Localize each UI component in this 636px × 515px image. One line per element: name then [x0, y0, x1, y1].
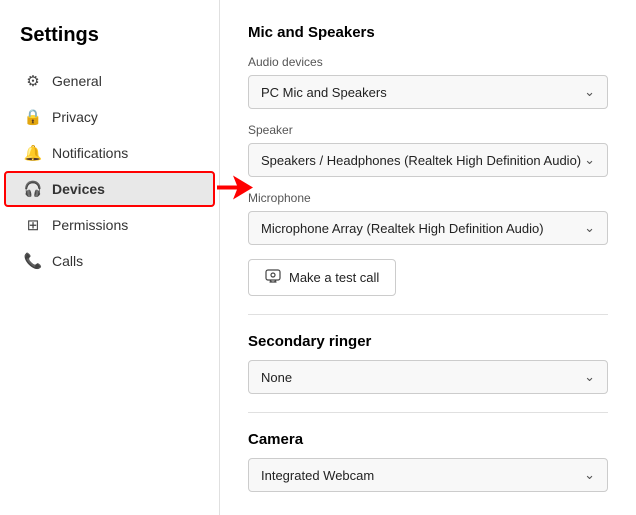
headphones-icon: 🎧 [24, 180, 42, 198]
microphone-value: Microphone Array (Realtek High Definitio… [261, 221, 544, 236]
secondary-ringer-heading: Secondary ringer [248, 333, 608, 350]
lock-icon: 🔒 [24, 108, 42, 126]
chevron-down-icon: ⌄ [584, 152, 595, 168]
bell-icon: 🔔 [24, 144, 42, 162]
test-call-label: Make a test call [289, 270, 379, 285]
camera-dropdown[interactable]: Integrated Webcam ⌄ [248, 458, 608, 492]
audio-devices-value: PC Mic and Speakers [261, 85, 387, 100]
sidebar-item-label: Privacy [52, 109, 98, 125]
sidebar-item-notifications[interactable]: 🔔 Notifications [4, 135, 215, 171]
phone-icon: 📞 [24, 252, 42, 270]
chevron-down-icon: ⌄ [584, 220, 595, 236]
camera-value: Integrated Webcam [261, 468, 374, 483]
chevron-down-icon: ⌄ [584, 84, 595, 100]
main-content: Mic and Speakers Audio devices PC Mic an… [220, 0, 636, 515]
divider-1 [248, 314, 608, 315]
chevron-down-icon: ⌄ [584, 467, 595, 483]
audio-devices-label: Audio devices [248, 55, 608, 69]
divider-2 [248, 412, 608, 413]
sidebar-item-privacy[interactable]: 🔒 Privacy [4, 99, 215, 135]
microphone-label: Microphone [248, 191, 608, 205]
gear-icon: ⚙ [24, 72, 42, 90]
sidebar-item-label: General [52, 73, 102, 89]
secondary-ringer-dropdown[interactable]: None ⌄ [248, 360, 608, 394]
sidebar-item-general[interactable]: ⚙ General [4, 63, 215, 99]
audio-devices-dropdown[interactable]: PC Mic and Speakers ⌄ [248, 75, 608, 109]
sidebar-item-label: Permissions [52, 217, 128, 233]
sidebar-item-label: Devices [52, 181, 105, 197]
sidebar: Settings ⚙ General 🔒 Privacy 🔔 Notificat… [0, 0, 220, 515]
sidebar-item-devices[interactable]: 🎧 Devices [4, 171, 215, 207]
speaker-label: Speaker [248, 123, 608, 137]
speaker-dropdown[interactable]: Speakers / Headphones (Realtek High Defi… [248, 143, 608, 177]
camera-heading: Camera [248, 431, 608, 448]
chevron-down-icon: ⌄ [584, 369, 595, 385]
sidebar-item-label: Notifications [52, 145, 128, 161]
settings-title: Settings [0, 16, 219, 63]
sidebar-item-permissions[interactable]: ⊞ Permissions [4, 207, 215, 243]
sidebar-item-calls[interactable]: 📞 Calls [4, 243, 215, 279]
microphone-dropdown[interactable]: Microphone Array (Realtek High Definitio… [248, 211, 608, 245]
mic-speakers-heading: Mic and Speakers [248, 24, 608, 41]
speaker-value: Speakers / Headphones (Realtek High Defi… [261, 153, 581, 168]
phone-test-icon [265, 268, 281, 287]
make-test-call-button[interactable]: Make a test call [248, 259, 396, 296]
secondary-ringer-value: None [261, 370, 292, 385]
sidebar-item-label: Calls [52, 253, 83, 269]
grid-icon: ⊞ [24, 216, 42, 234]
